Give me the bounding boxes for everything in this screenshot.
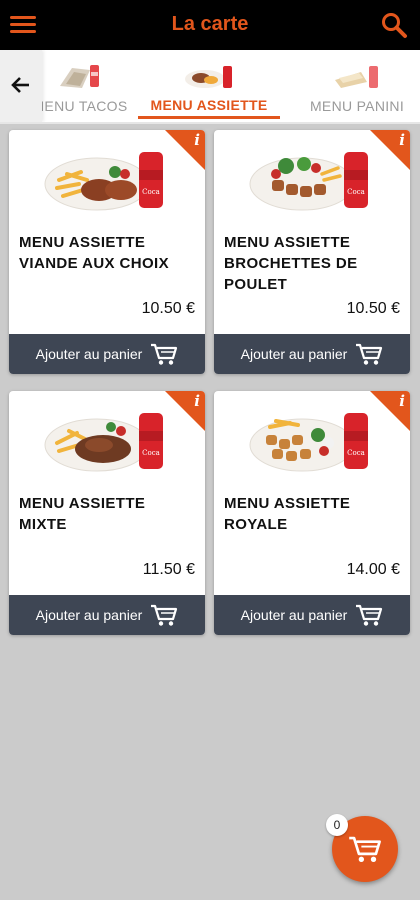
tabs-divider <box>0 122 420 124</box>
assiette-thumbnail <box>185 66 232 88</box>
back-arrow-icon[interactable] <box>0 50 42 122</box>
product-price: 11.50 € <box>142 561 195 578</box>
search-icon[interactable] <box>380 11 408 39</box>
cart-icon <box>356 604 383 626</box>
panini-thumbnail <box>335 66 378 88</box>
active-tab-indicator <box>138 116 280 119</box>
add-to-cart-label: Ajouter au panier <box>240 346 348 362</box>
product-card[interactable]: i Coca MENU ASSIETTE ROYALE 14.00 € Ajou… <box>214 391 410 635</box>
cart-count-badge: 0 <box>326 814 348 836</box>
add-to-cart-button[interactable]: Ajouter au panier <box>9 334 205 374</box>
app-header: La carte <box>0 0 420 50</box>
add-to-cart-button[interactable]: Ajouter au panier <box>214 595 410 635</box>
product-name: MENU ASSIETTE ROYALE <box>224 495 351 533</box>
product-name: MENU ASSIETTE VIANDE AUX CHOIX <box>19 234 170 272</box>
page-title: La carte <box>171 13 249 35</box>
tacos-thumbnail <box>60 65 99 88</box>
product-name: MENU ASSIETTE BROCHETTES DE POULET <box>224 234 358 293</box>
product-photo: Coca <box>44 152 163 211</box>
product-price: 14.00 € <box>346 561 400 578</box>
product-photo: Coca <box>249 152 368 211</box>
tab-menu-panini[interactable]: MENU PANINI <box>282 50 420 122</box>
product-photo: Coca <box>44 413 163 472</box>
svg-text:Coca: Coca <box>347 449 365 457</box>
product-card[interactable]: i Coca MENU ASSIETTE BROCHETTES DE POULE… <box>214 130 410 374</box>
product-price: 10.50 € <box>346 300 400 317</box>
tab-label: MENU PANINI <box>309 98 405 114</box>
svg-text:Coca: Coca <box>347 188 365 196</box>
svg-text:Coca: Coca <box>142 188 160 196</box>
product-card[interactable]: i Coca MENU ASSIETTE MIXTE 11.50 € Ajout… <box>9 391 205 635</box>
svg-text:Coca: Coca <box>142 449 160 457</box>
add-to-cart-button[interactable]: Ajouter au panier <box>9 595 205 635</box>
cart-icon <box>349 836 381 862</box>
cart-icon <box>356 343 383 365</box>
cart-icon <box>151 604 178 626</box>
tab-menu-assiette[interactable]: MENU ASSIETTE <box>138 50 280 122</box>
add-to-cart-label: Ajouter au panier <box>35 346 143 362</box>
add-to-cart-label: Ajouter au panier <box>35 607 143 623</box>
add-to-cart-button[interactable]: Ajouter au panier <box>214 334 410 374</box>
tab-label: MENU ASSIETTE <box>150 97 268 113</box>
cart-fab-button[interactable]: 0 <box>326 814 398 882</box>
product-price: 10.50 € <box>141 300 195 317</box>
cart-icon <box>151 343 178 365</box>
category-tabs: MENU TACOS MENU ASSIETTE MENU PANINI <box>0 50 420 124</box>
product-photo: Coca <box>249 413 368 472</box>
product-card[interactable]: i Coca MENU ASSIETTE VIANDE AUX CHOIX 10… <box>9 130 205 374</box>
add-to-cart-label: Ajouter au panier <box>240 607 348 623</box>
product-name: MENU ASSIETTE MIXTE <box>19 495 146 533</box>
